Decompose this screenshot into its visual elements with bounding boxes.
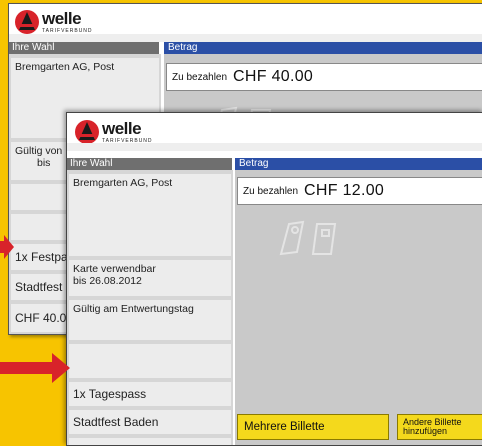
- card-usable-text: Karte verwendbar: [73, 263, 156, 275]
- header-betrag: Betrag: [235, 158, 482, 170]
- top-bar: [67, 143, 482, 151]
- arrow-right-icon: [0, 353, 70, 383]
- multiple-tickets-button[interactable]: Mehrere Billette: [237, 414, 389, 440]
- welle-mark-icon: [15, 10, 39, 34]
- pay-amount: CHF 12.00: [304, 182, 385, 199]
- ticket-cell: 1x Tagespass: [69, 382, 231, 406]
- top-bar: [9, 34, 482, 42]
- pay-label: Zu bezahlen: [243, 185, 299, 197]
- arrow-right-icon: [0, 235, 14, 259]
- amount-box: Zu bezahlen CHF 40.00: [166, 63, 482, 91]
- brand-name: welle: [42, 9, 82, 28]
- welle-mark-icon: [75, 120, 99, 144]
- header-ihre-wahl: Ihre Wahl: [67, 158, 232, 170]
- route-cell: Bremgarten AG, Post: [69, 174, 231, 256]
- header-betrag: Betrag: [164, 42, 482, 54]
- add-tickets-line2: hinzufügen: [403, 426, 448, 436]
- pay-amount: CHF 40.00: [233, 68, 314, 85]
- header-ihre-wahl: Ihre Wahl: [9, 42, 159, 54]
- empty-cell: [69, 344, 231, 378]
- event-cell: Stadtfest Baden: [69, 410, 231, 434]
- amount-pane: Zu bezahlen CHF 12.00 Mehrere Billette A…: [235, 170, 482, 445]
- card-insert-icon: [279, 220, 337, 256]
- validity-cell: Gültig am Entwertungstag: [69, 300, 231, 340]
- price-cell: CHF 12.00: [69, 438, 231, 445]
- card-usable-cell: Karte verwendbar bis 26.08.2012: [69, 260, 231, 296]
- amount-box: Zu bezahlen CHF 12.00: [237, 177, 482, 205]
- welle-logo: welle TARIFVERBUND: [15, 10, 93, 34]
- front-screen: welle TARIFVERBUND Ihre Wahl Betrag Bremg…: [66, 112, 482, 446]
- brand-name: welle: [102, 119, 142, 138]
- welle-logo-front: welle TARIFVERBUND: [75, 120, 153, 144]
- add-other-tickets-button[interactable]: Andere Billette hinzufügen: [397, 414, 482, 440]
- card-usable-date: bis 26.08.2012: [73, 275, 142, 287]
- pay-label: Zu bezahlen: [172, 71, 228, 83]
- validity-text-2: bis: [37, 157, 51, 169]
- selection-column: Bremgarten AG, Post Karte verwendbar bis…: [67, 170, 233, 445]
- validity-text: Gültig von: [15, 145, 63, 157]
